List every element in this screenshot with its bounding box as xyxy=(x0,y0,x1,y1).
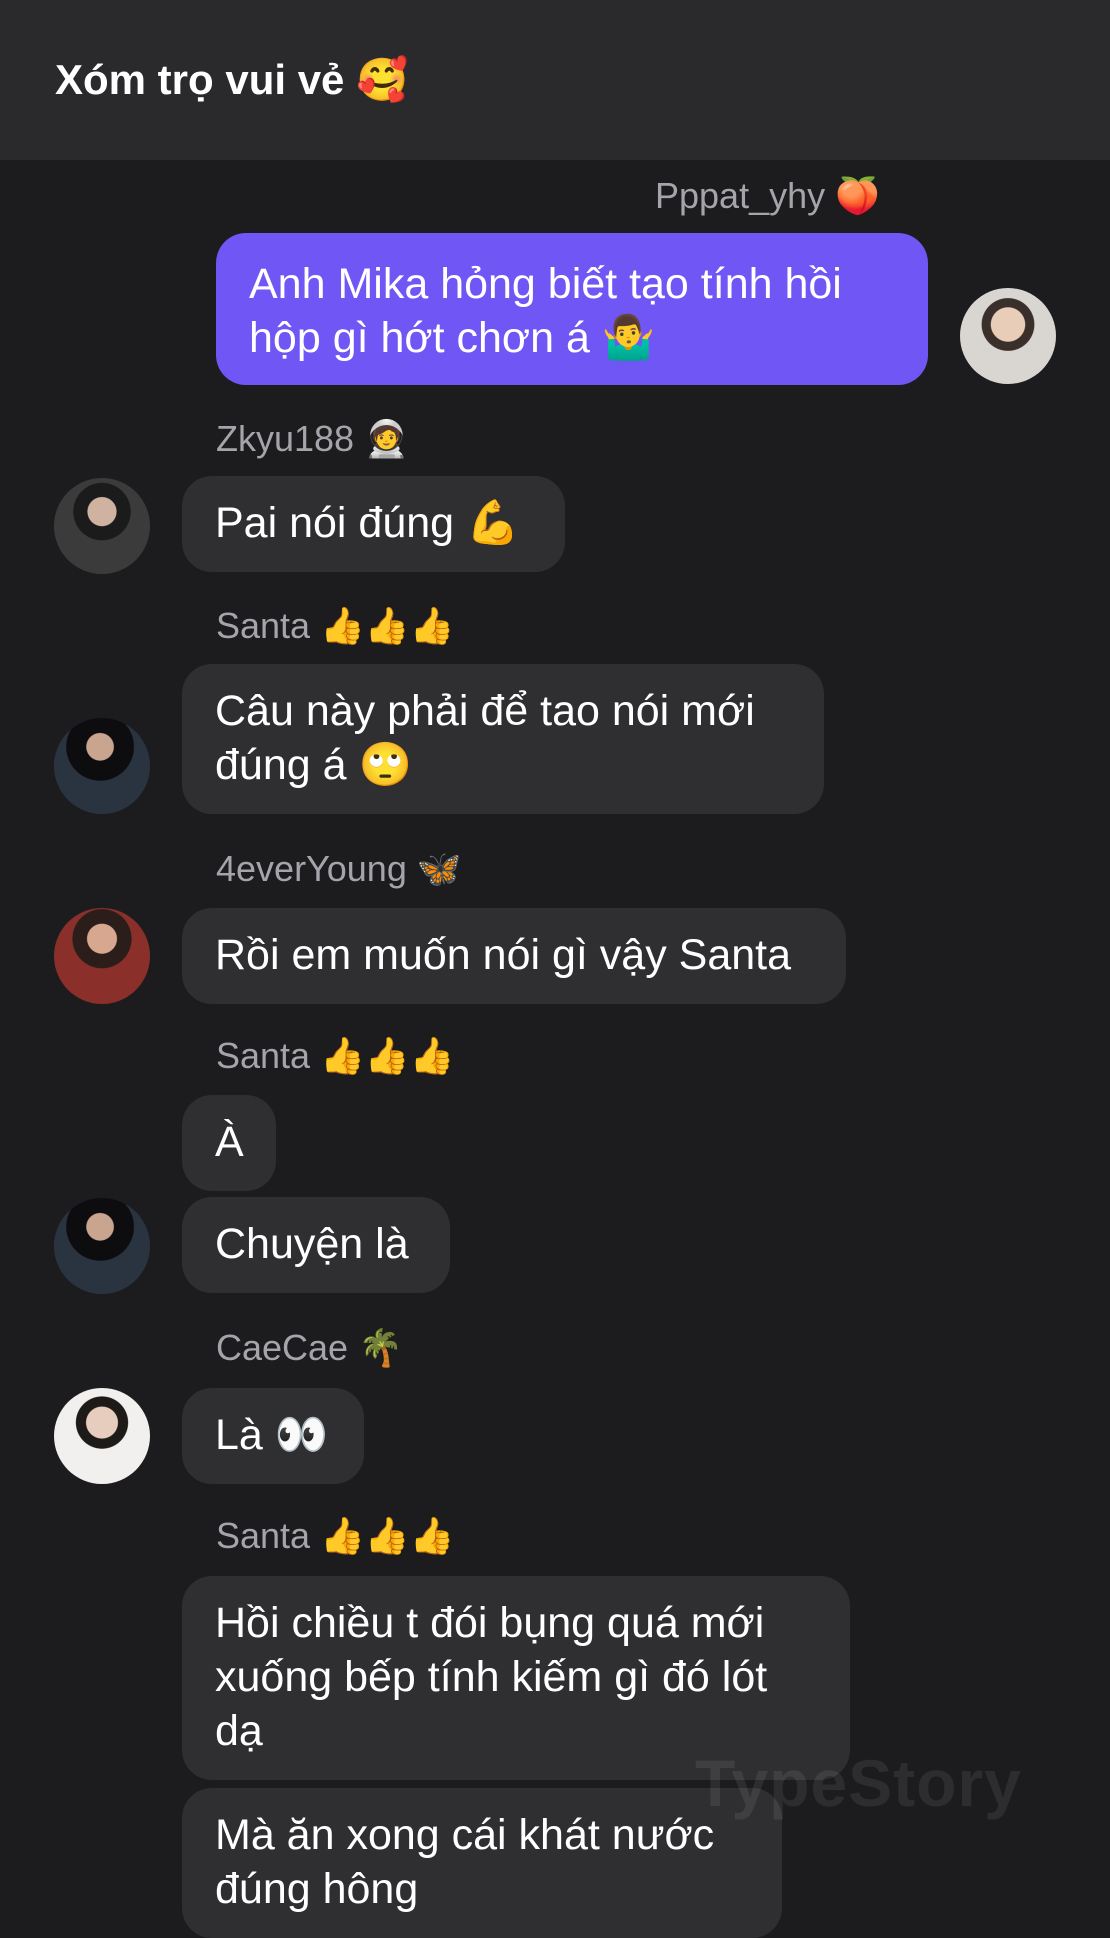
avatar[interactable] xyxy=(54,718,150,814)
sender-name: CaeCae 🌴 xyxy=(216,1327,403,1368)
message-bubble[interactable]: Chuyện là xyxy=(182,1197,450,1293)
sender-name: Santa 👍👍👍 xyxy=(216,1515,455,1556)
message-bubble[interactable]: Pai nói đúng 💪 xyxy=(182,476,565,572)
sender-name: Santa 👍👍👍 xyxy=(216,1035,455,1076)
chat-header: Xóm trọ vui vẻ 🥰 xyxy=(0,0,1110,160)
message-bubble[interactable]: À xyxy=(182,1095,276,1191)
message-bubble[interactable]: Mà ăn xong cái khát nước đúng hông xyxy=(182,1788,782,1938)
message-list[interactable]: Pppat_yhy 🍑 Anh Mika hỏng biết tạo tính … xyxy=(0,160,1110,1938)
message-bubble[interactable]: Rồi em muốn nói gì vậy Santa xyxy=(182,908,846,1004)
sender-name: Zkyu188 🧑‍🚀 xyxy=(216,418,409,459)
watermark: TypeStory xyxy=(695,1746,1022,1820)
avatar[interactable] xyxy=(54,1198,150,1294)
message-bubble-outgoing[interactable]: Anh Mika hỏng biết tạo tính hồi hộp gì h… xyxy=(216,233,928,385)
sender-name: 4everYoung 🦋 xyxy=(216,848,462,889)
message-bubble[interactable]: Câu này phải để tao nói mới đúng á 🙄 xyxy=(182,664,824,814)
message-bubble[interactable]: Là 👀 xyxy=(182,1388,364,1484)
avatar[interactable] xyxy=(54,478,150,574)
avatar[interactable] xyxy=(960,288,1056,384)
sender-name: Pppat_yhy 🍑 xyxy=(655,175,880,216)
sender-name: Santa 👍👍👍 xyxy=(216,605,455,646)
avatar[interactable] xyxy=(54,908,150,1004)
group-title: Xóm trọ vui vẻ 🥰 xyxy=(55,55,409,103)
avatar[interactable] xyxy=(54,1388,150,1484)
